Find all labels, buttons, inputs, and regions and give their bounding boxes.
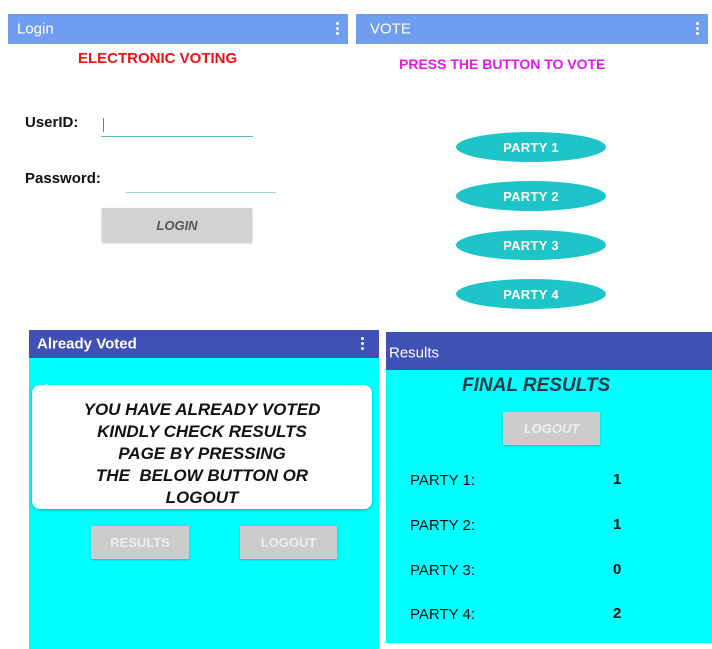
party-name: PARTY 2: [410,517,476,534]
login-heading: ELECTRONIC VOTING [78,50,238,67]
already-voted-dialog: YOU HAVE ALREADY VOTED KINDLY CHECK RESU… [32,385,372,509]
text-cursor [103,118,104,132]
userid-field[interactable] [101,112,253,138]
party-4-button[interactable]: PARTY 4 [456,279,606,309]
message-line: PAGE BY PRESSING [118,444,286,463]
password-field[interactable] [126,168,276,194]
userid-label: UserID: [25,114,79,131]
overflow-menu-icon[interactable] [696,22,700,36]
message-line: THE BELOW BUTTON OR [95,466,309,485]
vote-count: 1 [613,471,622,488]
vote-count: 0 [613,561,622,578]
results-button[interactable]: RESULTS [91,526,189,559]
login-button[interactable]: LOGIN [102,208,252,242]
vote-title: VOTE [370,20,411,38]
already-app-bar: Already Voted [29,330,379,358]
results-screen: Results FINAL RESULTS LOGOUT PARTY 1: 1 … [386,332,712,643]
results-app-bar: Results [386,332,712,370]
overflow-menu-icon[interactable] [361,337,365,351]
message-line: LOGOUT [165,488,239,507]
already-title: Already Voted [37,335,137,353]
overflow-menu-icon[interactable] [336,22,340,36]
password-label: Password: [25,170,101,187]
message-line: YOU HAVE ALREADY VOTED [83,400,321,419]
vote-app-bar: VOTE [356,14,708,44]
party-2-button[interactable]: PARTY 2 [456,181,606,211]
party-name: PARTY 3: [410,562,476,579]
results-logout-button[interactable]: LOGOUT [503,412,600,445]
results-heading: FINAL RESULTS [462,375,611,396]
vote-count: 1 [613,516,622,533]
logout-button[interactable]: LOGOUT [240,526,337,559]
results-title: Results [389,344,440,362]
message-line: KINDLY CHECK RESULTS [97,422,307,441]
login-app-bar: Login [8,14,348,44]
vote-instruction: PRESS THE BUTTON TO VOTE [399,56,606,72]
login-title: Login [17,20,54,38]
party-1-button[interactable]: PARTY 1 [456,132,606,162]
party-3-button[interactable]: PARTY 3 [456,230,606,260]
vote-count: 2 [613,605,622,622]
vote-screen: VOTE PRESS THE BUTTON TO VOTE PARTY 1 PA… [356,0,708,318]
already-voted-screen: Already Voted ‹ YOU HAVE ALREADY VOTED K… [29,330,379,649]
party-name: PARTY 1: [410,472,476,489]
login-screen: Login ELECTRONIC VOTING UserID: Password… [8,0,348,318]
party-name: PARTY 4: [410,606,476,623]
